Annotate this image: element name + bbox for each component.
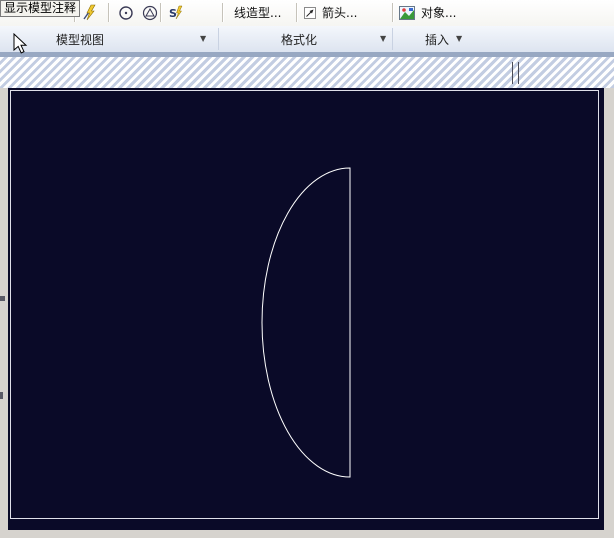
margin-mark [0, 392, 3, 399]
object-icon [399, 6, 415, 20]
toolbar-separator [222, 3, 223, 22]
chevron-down-icon[interactable]: ▼ [456, 34, 462, 44]
toolbar-row-groups: 模型视图 ▼ 格式化 ▼ 插入 ▼ [0, 26, 614, 52]
arrow-button[interactable]: 箭头... [318, 3, 361, 22]
datum-axis-display-button[interactable] [116, 3, 136, 23]
background-hatch [0, 57, 614, 88]
ruler-mark [512, 62, 513, 84]
svg-text:S: S [169, 7, 177, 20]
datum-plane-icon [142, 5, 158, 21]
main-toolbar: S 线造型... 箭头... 对象... 模型视图 ▼ 格式化 ▼ 插入 ▼ [0, 0, 614, 53]
mouse-cursor [13, 33, 28, 54]
arrow-style-icon [304, 7, 316, 19]
symbol-bolt-icon: S [169, 5, 183, 20]
group-model-views-label: 模型视图 [55, 32, 104, 47]
half-ellipse-shape[interactable] [8, 88, 604, 530]
arrow-style-button-icon-slot[interactable] [302, 3, 318, 23]
ruler-mark [518, 62, 519, 84]
drawing-canvas[interactable] [8, 88, 604, 530]
show-annotations-button[interactable] [80, 3, 100, 23]
datum-plane-display-button[interactable] [140, 3, 160, 23]
tooltip: 显示模型注释 [0, 0, 81, 17]
margin-mark [0, 296, 5, 301]
toolbar-separator [160, 3, 161, 22]
object-button[interactable]: 对象... [417, 3, 460, 22]
group-separator [218, 28, 219, 50]
toolbar-separator [296, 3, 297, 22]
line-style-button[interactable]: 线造型... [230, 3, 285, 22]
insert-object-icon-button[interactable] [398, 3, 416, 23]
group-formatting: 格式化 [226, 26, 372, 52]
group-insert-label: 插入 [424, 32, 449, 47]
annotation-bolt-icon [83, 4, 96, 21]
chevron-down-icon[interactable]: ▼ [380, 34, 386, 44]
symbol-display-button[interactable]: S [166, 3, 186, 23]
toolbar-separator [108, 3, 109, 22]
group-separator [392, 28, 393, 50]
toolbar-row-buttons: S 线造型... 箭头... 对象... [0, 0, 614, 26]
toolbar-separator [392, 3, 393, 22]
datum-axis-icon [119, 6, 133, 20]
group-formatting-label: 格式化 [280, 32, 317, 47]
chevron-down-icon[interactable]: ▼ [200, 34, 206, 44]
